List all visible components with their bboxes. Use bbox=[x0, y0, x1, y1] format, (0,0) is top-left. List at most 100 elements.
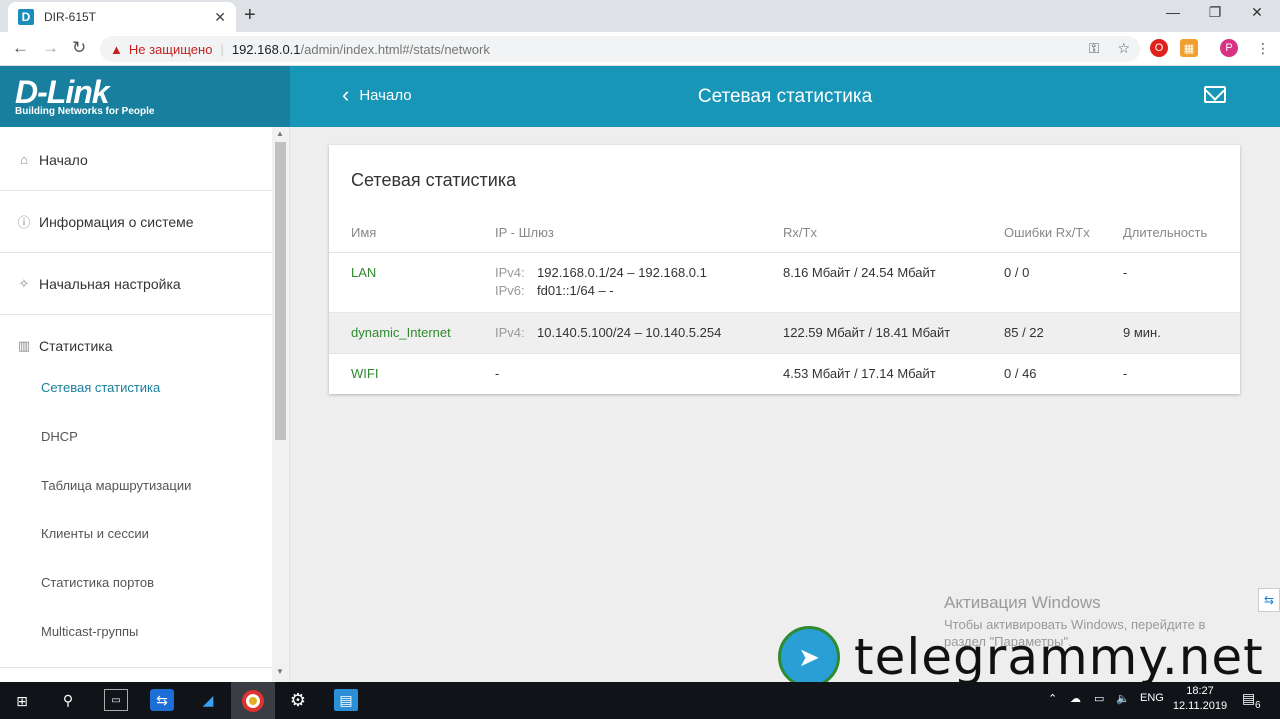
sidebar-item-home[interactable]: ⌂ Начало bbox=[0, 129, 272, 191]
clock-date: 12.11.2019 bbox=[1172, 700, 1228, 712]
sidebar-subitem-port-stats[interactable]: Статистика портов bbox=[41, 575, 154, 590]
card-title: Сетевая статистика bbox=[351, 170, 517, 190]
language-indicator[interactable]: ENG bbox=[1140, 692, 1164, 704]
ip-gateway-line: IPv4: 192.168.0.1/24 – 192.168.0.1 bbox=[495, 265, 707, 280]
forward-arrow-icon[interactable]: → bbox=[42, 38, 59, 58]
url-path: /admin/index.html#/stats/network bbox=[300, 41, 490, 57]
table-row[interactable]: WIFI - 4.53 Мбайт / 17.14 Мбайт 0 / 46 - bbox=[329, 353, 1240, 394]
volume-icon[interactable]: 🔈 bbox=[1116, 692, 1130, 705]
divider bbox=[0, 667, 272, 668]
bar-chart-icon: ▥ bbox=[17, 338, 31, 353]
sidebar-item-label: Информация о системе bbox=[39, 213, 194, 230]
scroll-down-icon[interactable]: ▼ bbox=[276, 667, 284, 676]
app-icon[interactable]: ◢ bbox=[196, 689, 220, 711]
sidebar-item-initial-setup[interactable]: ✧ Начальная настройка bbox=[0, 253, 272, 315]
app-window-icon[interactable]: ▤ bbox=[334, 689, 358, 711]
window-close-icon[interactable]: ✕ bbox=[1234, 4, 1280, 21]
errors-value: 0 / 0 bbox=[1004, 265, 1030, 280]
network-stats-card: Сетевая статистика Имя IP - Шлюз Rx/Tx О… bbox=[329, 145, 1240, 394]
close-tab-icon[interactable]: ✕ bbox=[214, 9, 226, 26]
sidebar-item-label: Начало bbox=[39, 151, 88, 168]
ip-gateway-value: - bbox=[495, 366, 500, 381]
column-header-rxtx: Rx/Tx bbox=[783, 225, 817, 240]
page-title: Сетевая статистика bbox=[697, 86, 873, 107]
bookmark-star-icon[interactable]: ☆ bbox=[1117, 40, 1130, 57]
separator: | bbox=[220, 41, 224, 57]
terminal-icon[interactable]: ▭ bbox=[104, 689, 128, 711]
watermark: ➤ telegrammy.net bbox=[778, 626, 1264, 688]
interface-name-link[interactable]: WIFI bbox=[351, 366, 378, 381]
duration-value: - bbox=[1123, 366, 1128, 381]
battery-icon[interactable]: ▭ bbox=[1094, 692, 1104, 705]
info-icon: ⓘ bbox=[17, 215, 31, 230]
browser-toolbar: ← → ↻ ▲ Не защищено | 192.168.0.1/admin/… bbox=[0, 32, 1280, 66]
profile-avatar[interactable]: P bbox=[1220, 39, 1238, 57]
search-icon[interactable]: ⚲ bbox=[56, 689, 80, 711]
ip-gateway-line: IPv6: fd01::1/64 – - bbox=[495, 283, 614, 298]
url-host: 192.168.0.1 bbox=[231, 41, 301, 57]
browser-tabbar: D DIR-615T ✕ + — ❐ ✕ bbox=[0, 0, 1280, 32]
page-header: ‹ Начало Сетевая статистика bbox=[290, 66, 1280, 127]
windows-taskbar: ⊞ ⚲ ▭ ⇆ ◢ ⚙ ▤ ⌃ ☁ ▭ 🔈 ENG 18:27 12.11.20… bbox=[0, 682, 1280, 719]
table-row[interactable]: dynamic_Internet IPv4: 10.140.5.100/24 – … bbox=[329, 312, 1240, 353]
teamviewer-side-icon[interactable]: ⇆ bbox=[1258, 588, 1280, 612]
wizard-icon: ✧ bbox=[18, 275, 30, 291]
sidebar: ⌂ Начало ⓘ Информация о системе ✧ Началь… bbox=[0, 127, 290, 682]
scroll-up-icon[interactable]: ▲ bbox=[276, 129, 284, 138]
key-icon[interactable]: ⚿ bbox=[1089, 40, 1100, 57]
rxtx-value: 8.16 Мбайт / 24.54 Мбайт bbox=[783, 265, 936, 280]
back-arrow-icon[interactable]: ← bbox=[12, 38, 29, 58]
telegram-icon: ➤ bbox=[778, 626, 840, 688]
sidebar-item-statistics[interactable]: ▥ Статистика bbox=[0, 315, 272, 377]
interface-name-link[interactable]: LAN bbox=[351, 265, 376, 280]
ip-gateway-line: IPv4: 10.140.5.100/24 – 10.140.5.254 bbox=[495, 325, 722, 340]
tray-cloud-icon[interactable]: ☁ bbox=[1070, 692, 1081, 705]
extension-icon[interactable]: ▦ bbox=[1180, 39, 1198, 57]
sidebar-item-label: Статистика bbox=[39, 338, 113, 354]
errors-value: 0 / 46 bbox=[1004, 366, 1037, 381]
minimize-icon[interactable]: — bbox=[1150, 4, 1196, 20]
mail-icon[interactable] bbox=[1204, 86, 1226, 103]
sidebar-subitem-network-stats[interactable]: Сетевая статистика bbox=[41, 380, 160, 395]
dlink-favicon-icon: D bbox=[18, 9, 34, 25]
sidebar-item-system-info[interactable]: ⓘ Информация о системе bbox=[0, 191, 272, 253]
settings-gear-icon[interactable]: ⚙ bbox=[286, 689, 310, 711]
column-header-errors: Ошибки Rx/Tx bbox=[1004, 225, 1090, 240]
table-row[interactable]: LAN IPv4: 192.168.0.1/24 – 192.168.0.1 IP… bbox=[329, 252, 1240, 312]
chrome-icon[interactable] bbox=[231, 682, 275, 719]
new-tab-button[interactable]: + bbox=[244, 4, 256, 27]
clock[interactable]: 18:27 12.11.2019 bbox=[1172, 685, 1228, 712]
tray-chevron-icon[interactable]: ⌃ bbox=[1048, 692, 1057, 705]
address-bar[interactable]: ▲ Не защищено | 192.168.0.1/admin/index.… bbox=[100, 36, 1140, 62]
sidebar-subitem-clients-sessions[interactable]: Клиенты и сессии bbox=[41, 526, 149, 541]
browser-tab[interactable]: D DIR-615T ✕ bbox=[8, 2, 236, 32]
sidebar-subitem-dhcp[interactable]: DHCP bbox=[41, 429, 78, 444]
activation-title: Активация Windows bbox=[944, 593, 1101, 612]
home-icon: ⌂ bbox=[20, 152, 28, 167]
sidebar-scrollbar-thumb[interactable] bbox=[275, 142, 286, 440]
windows-start-icon[interactable]: ⊞ bbox=[10, 690, 34, 712]
duration-value: - bbox=[1123, 265, 1128, 280]
teamviewer-icon[interactable]: ⇆ bbox=[150, 689, 174, 711]
column-header-name: Имя bbox=[351, 225, 377, 240]
rxtx-value: 4.53 Мбайт / 17.14 Мбайт bbox=[783, 366, 936, 381]
menu-dots-icon[interactable]: ⋮ bbox=[1256, 40, 1270, 57]
reload-icon[interactable]: ↻ bbox=[72, 38, 86, 58]
sidebar-subitem-multicast-groups[interactable]: Multicast-группы bbox=[41, 624, 138, 639]
maximize-icon[interactable]: ❐ bbox=[1192, 4, 1238, 21]
rxtx-value: 122.59 Мбайт / 18.41 Мбайт bbox=[783, 325, 951, 340]
sidebar-subitem-routing-table[interactable]: Таблица маршрутизации bbox=[41, 478, 191, 493]
watermark-text: telegrammy.net bbox=[854, 628, 1264, 686]
tab-title: DIR-615T bbox=[44, 10, 97, 24]
interface-name-link[interactable]: dynamic_Internet bbox=[351, 325, 451, 340]
duration-value: 9 мин. bbox=[1123, 325, 1161, 340]
logo-tagline: Building Networks for People bbox=[15, 106, 155, 117]
column-header-ip-gateway: IP - Шлюз bbox=[495, 225, 554, 240]
clock-time: 18:27 bbox=[1186, 685, 1214, 697]
errors-value: 85 / 22 bbox=[1004, 325, 1044, 340]
security-label[interactable]: Не защищено bbox=[129, 42, 213, 57]
opera-extension-icon[interactable]: O bbox=[1150, 39, 1168, 57]
notifications-icon[interactable]: ▤ bbox=[1242, 690, 1255, 707]
notification-count: 6 bbox=[1255, 700, 1261, 711]
warning-icon: ▲ bbox=[110, 41, 123, 57]
